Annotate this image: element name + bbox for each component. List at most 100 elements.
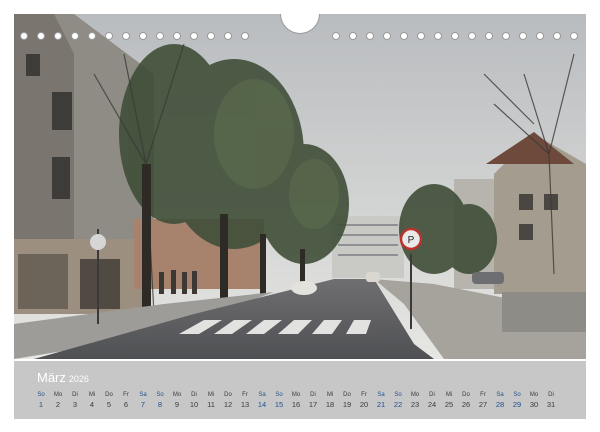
- day-number: 26: [461, 400, 471, 409]
- day-number: 22: [393, 400, 403, 409]
- day-number: 17: [308, 400, 318, 409]
- binding-hole: [20, 32, 28, 40]
- weekday-label: Sa: [496, 392, 504, 398]
- day-number: 29: [512, 400, 522, 409]
- weekday-label: Do: [105, 392, 113, 398]
- day-cell: Di 3: [66, 391, 84, 411]
- day-number: 9: [174, 400, 180, 409]
- weekday-label: Sa: [139, 392, 147, 398]
- weekday-label: Fr: [480, 392, 486, 398]
- day-number: 5: [106, 400, 112, 409]
- day-cell: Di 31: [542, 391, 560, 411]
- day-row: So 1 Mo 2 Di 3 Mi 4 Do 5 Fr 6 Sa 7 So 8 Mo 9 Di 10 Mi 11 Do 12 F…: [37, 391, 577, 417]
- binding-hole: [156, 32, 164, 40]
- weekday-label: Mo: [291, 392, 301, 398]
- day-number: 3: [72, 400, 78, 409]
- month-label: März 2026: [37, 370, 89, 385]
- weekday-label: Mi: [207, 392, 215, 398]
- calendar-bar: März 2026 So 1 Mo 2 Di 3 Mi 4 Do 5 Fr 6 Sa 7 So 8 Mo 9 Di 10…: [14, 361, 586, 419]
- weekday-label: Do: [224, 392, 232, 398]
- day-cell: Sa 28: [491, 391, 509, 411]
- year-label: 2026: [68, 374, 89, 384]
- binding-hole: [451, 32, 459, 40]
- calendar-page: P März 2026 So 1 Mo 2 Di 3 Mi 4 Do 5 Fr 6 Sa 7 So 8 Mo 9 Di…: [14, 14, 586, 419]
- day-number: 6: [123, 400, 129, 409]
- day-number: 23: [410, 400, 420, 409]
- day-number: 19: [342, 400, 352, 409]
- weekday-label: Mi: [88, 392, 96, 398]
- weekday-label: Di: [548, 392, 554, 398]
- day-number: 8: [157, 400, 163, 409]
- day-number: 2: [55, 400, 61, 409]
- weekday-label: Sa: [258, 392, 266, 398]
- binding-hole: [400, 32, 408, 40]
- binding-hole: [502, 32, 510, 40]
- binding-hole: [366, 32, 374, 40]
- weekday-label: Mo: [529, 392, 539, 398]
- day-cell: Mo 30: [525, 391, 543, 411]
- weekday-label: Di: [310, 392, 316, 398]
- day-cell: Fr 6: [117, 391, 135, 411]
- day-number: 28: [495, 400, 505, 409]
- binding-hole: [383, 32, 391, 40]
- day-cell: Fr 20: [355, 391, 373, 411]
- day-number: 24: [427, 400, 437, 409]
- day-cell: Do 5: [100, 391, 118, 411]
- day-number: 15: [274, 400, 284, 409]
- weekday-label: Di: [191, 392, 197, 398]
- binding-holes: [14, 32, 586, 46]
- binding-hole: [224, 32, 232, 40]
- day-number: 11: [207, 400, 215, 409]
- day-cell: Mo 9: [168, 391, 186, 411]
- day-cell: Sa 14: [253, 391, 271, 411]
- weekday-label: Mo: [410, 392, 420, 398]
- day-number: 13: [240, 400, 250, 409]
- weekday-label: Mo: [53, 392, 63, 398]
- day-number: 30: [529, 400, 539, 409]
- day-cell: Mi 25: [440, 391, 458, 411]
- binding-hole: [173, 32, 181, 40]
- binding-hole: [54, 32, 62, 40]
- day-number: 21: [376, 400, 386, 409]
- binding-hole: [417, 32, 425, 40]
- binding-hole: [190, 32, 198, 40]
- weekday-label: Mo: [172, 392, 182, 398]
- day-cell: Di 17: [304, 391, 322, 411]
- binding-hole: [553, 32, 561, 40]
- day-number: 4: [89, 400, 95, 409]
- weekday-label: So: [513, 392, 521, 398]
- binding-hole: [88, 32, 96, 40]
- day-cell: Fr 13: [236, 391, 254, 411]
- binding-hole: [570, 32, 578, 40]
- day-number: 7: [140, 400, 146, 409]
- day-number: 16: [291, 400, 301, 409]
- day-cell: So 8: [151, 391, 169, 411]
- day-cell: Do 12: [219, 391, 237, 411]
- weekday-label: So: [394, 392, 402, 398]
- day-number: 14: [257, 400, 267, 409]
- weekday-label: Mi: [326, 392, 334, 398]
- day-cell: Mi 4: [83, 391, 101, 411]
- binding-hole: [71, 32, 79, 40]
- day-cell: So 15: [270, 391, 288, 411]
- binding-hole: [468, 32, 476, 40]
- weekday-label: Di: [429, 392, 435, 398]
- binding-hole: [105, 32, 113, 40]
- binding-hole: [122, 32, 130, 40]
- binding-hole: [241, 32, 249, 40]
- svg-text:P: P: [408, 235, 415, 246]
- binding-hole: [37, 32, 45, 40]
- day-cell: Mo 16: [287, 391, 305, 411]
- weekday-label: Di: [72, 392, 78, 398]
- weekday-label: Fr: [242, 392, 248, 398]
- binding-hole: [349, 32, 357, 40]
- day-cell: Sa 21: [372, 391, 390, 411]
- binding-hole: [519, 32, 527, 40]
- weekday-label: Fr: [123, 392, 129, 398]
- day-number: 20: [359, 400, 369, 409]
- binding-hole: [207, 32, 215, 40]
- day-cell: Mi 18: [321, 391, 339, 411]
- weekday-label: So: [37, 392, 45, 398]
- day-cell: Mi 11: [202, 391, 220, 411]
- day-cell: Do 19: [338, 391, 356, 411]
